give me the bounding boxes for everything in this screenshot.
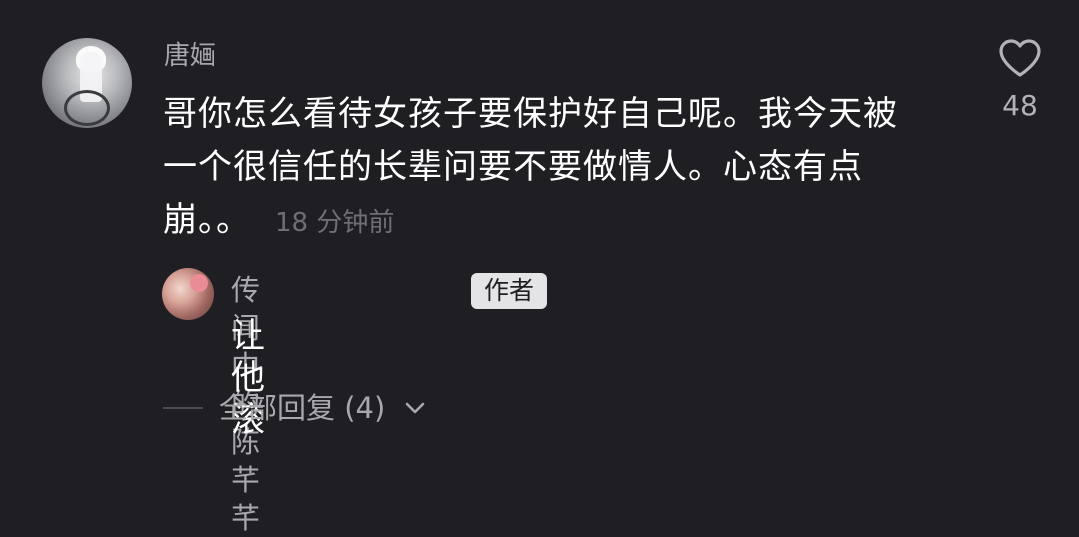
comment-item: 唐婳 哥你怎么看待女孩子要保护好自己呢。我今天被一个很信任的长辈问要不要做情人。… bbox=[0, 0, 1079, 457]
heart-outline-icon[interactable] bbox=[998, 38, 1042, 78]
chevron-down-icon bbox=[405, 402, 425, 414]
avatar[interactable] bbox=[162, 268, 214, 320]
comment-body[interactable]: 哥你怎么看待女孩子要保护好自己呢。我今天被一个很信任的长辈问要不要做情人。心态有… bbox=[163, 88, 923, 250]
comment-author-name[interactable]: 唐婳 bbox=[164, 40, 216, 72]
avatar-wheelchair-shape bbox=[64, 90, 110, 126]
comment-text: 哥你怎么看待女孩子要保护好自己呢。我今天被一个很信任的长辈问要不要做情人。心态有… bbox=[163, 94, 898, 240]
avatar[interactable] bbox=[42, 38, 132, 128]
expand-replies-label: 全部回复 (4) bbox=[219, 391, 386, 425]
author-badge: 作者 bbox=[471, 273, 547, 309]
comment-timestamp: 18 分钟前 bbox=[275, 208, 395, 238]
divider-line bbox=[163, 407, 203, 409]
avatar-flower-shape bbox=[190, 274, 208, 292]
like-count: 48 bbox=[1002, 89, 1038, 122]
